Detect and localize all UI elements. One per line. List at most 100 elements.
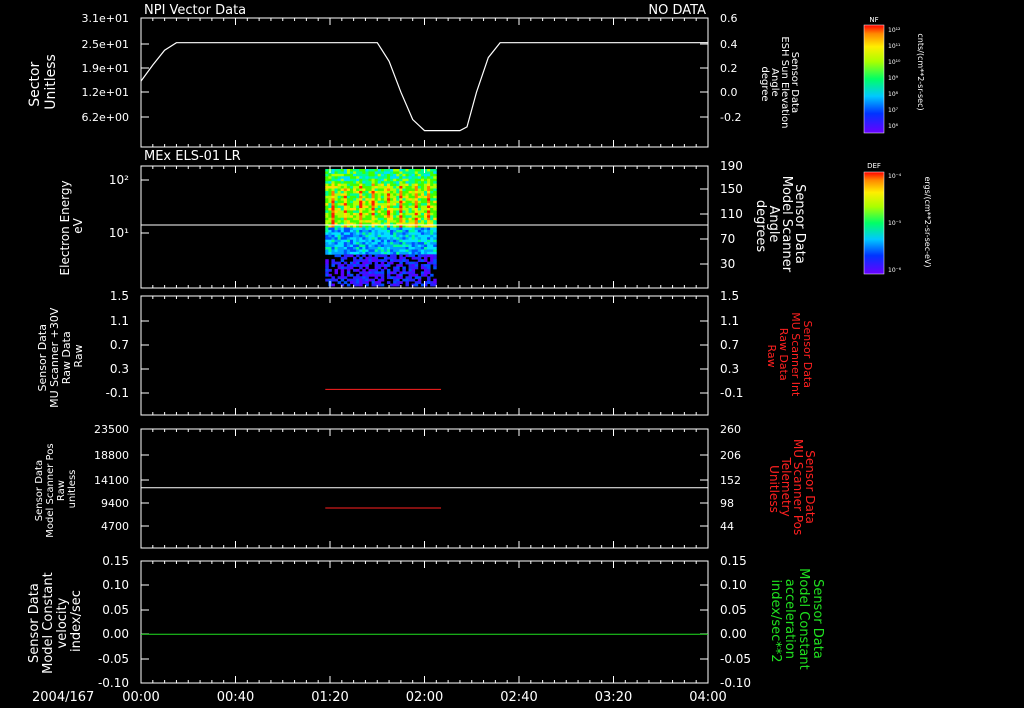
spectrogram-cell xyxy=(371,181,376,185)
spectrogram-cell xyxy=(399,254,403,258)
spectrogram-cell xyxy=(374,227,379,231)
colorbar-def-bar xyxy=(863,171,885,275)
spectrogram-cell xyxy=(427,212,431,216)
spectrogram-cell xyxy=(430,254,434,258)
spectrogram-cell xyxy=(383,227,388,231)
spectrogram-cell xyxy=(331,242,335,245)
spectrogram-cell xyxy=(331,278,335,282)
spectrogram-cell xyxy=(396,195,400,199)
spectrogram-cell xyxy=(343,210,348,214)
spectrogram-cell xyxy=(337,195,342,199)
spectrogram-cell xyxy=(399,169,403,172)
spectrogram-cell xyxy=(380,210,385,214)
spectrogram-cell xyxy=(359,212,363,216)
spectrogram-cell xyxy=(340,198,345,202)
spectrogram-cell xyxy=(328,193,332,197)
spectrogram-cell xyxy=(331,212,335,216)
spectrogram-cell xyxy=(380,203,385,206)
spectrogram-cell xyxy=(427,190,431,194)
spectrogram-cell xyxy=(331,229,335,233)
spectrogram-cell xyxy=(402,181,406,185)
spectrogram-cell xyxy=(414,232,419,236)
spectrogram-cell xyxy=(427,271,431,275)
spectrogram-cell xyxy=(390,259,394,263)
spectrogram-cell xyxy=(353,232,357,236)
spectrogram-cell xyxy=(390,208,394,211)
spectrogram-cell xyxy=(420,181,425,185)
colorbar-def-label: DEF xyxy=(867,162,881,170)
spectrogram-cell xyxy=(328,251,332,255)
panel-1-frame xyxy=(140,17,709,148)
spectrogram-cell xyxy=(331,208,335,211)
panel-1-title: NPI Vector Data xyxy=(144,3,246,18)
spectrogram-cell xyxy=(365,273,369,277)
spectrogram-cell xyxy=(377,169,382,172)
spectrogram-cell xyxy=(393,249,397,253)
spectrogram-cell xyxy=(433,239,437,243)
spectrogram-cell xyxy=(362,276,366,280)
spectrogram-cell xyxy=(356,264,360,267)
spectrogram-cell xyxy=(328,178,332,182)
spectrogram-cell xyxy=(411,193,416,197)
spectrogram-cell xyxy=(346,195,351,199)
spectrogram-cell xyxy=(402,173,406,177)
spectrogram-cell xyxy=(365,203,369,206)
spectrogram-cell xyxy=(377,251,382,255)
spectrogram-cell xyxy=(325,227,329,231)
spectrogram-cell xyxy=(359,271,363,275)
spectrogram-cell xyxy=(377,205,382,209)
spectrogram-cell xyxy=(399,256,403,260)
spectrogram-cell xyxy=(331,276,335,280)
spectrogram-cell xyxy=(386,249,391,253)
spectrogram-cell xyxy=(374,249,379,253)
spectrogram-cell xyxy=(359,203,363,206)
spectrogram-cell xyxy=(353,186,357,189)
spectrogram-cell xyxy=(340,237,345,241)
spectrogram-cell xyxy=(383,215,388,219)
spectrogram-cell xyxy=(362,264,366,267)
spectrogram-cell xyxy=(423,271,428,275)
spectrogram-cell xyxy=(405,190,409,194)
spectrogram-cell xyxy=(402,234,406,238)
spectrogram-cell xyxy=(411,247,416,250)
spectrogram-cell xyxy=(346,268,351,272)
spectrogram-cell xyxy=(405,251,409,255)
spectrogram-cell xyxy=(340,217,345,221)
spectrogram-cell xyxy=(371,232,376,236)
spectrogram-cell xyxy=(417,254,422,258)
spectrogram-cell xyxy=(362,188,366,192)
spectrogram-cell xyxy=(423,227,428,231)
spectrogram-cell xyxy=(399,171,403,175)
spectrogram-cell xyxy=(417,193,422,197)
spectrogram-cell xyxy=(365,266,369,270)
spectrogram-cell xyxy=(365,169,369,172)
colorbar-nf-tick: 10¹² xyxy=(888,27,901,34)
spectrogram-cell xyxy=(343,254,348,258)
spectrogram-cell xyxy=(359,186,363,189)
spectrogram-cell xyxy=(356,259,360,263)
spectrogram-cell xyxy=(377,195,382,199)
spectrogram-cell xyxy=(430,220,434,224)
right-axis-tick-label: 0.2 xyxy=(720,62,738,75)
spectrogram-cell xyxy=(343,261,348,265)
spectrogram-cell xyxy=(393,259,397,263)
spectrogram-cell xyxy=(359,208,363,211)
spectrogram-cell xyxy=(343,186,348,189)
panel-4-left-label: Sensor Data Model Scanner Pos Raw unitle… xyxy=(34,440,78,537)
spectrogram-cell xyxy=(430,239,434,243)
spectrogram-cell xyxy=(405,208,409,211)
spectrogram-cell xyxy=(346,264,351,267)
spectrogram-cell xyxy=(356,171,360,175)
spectrogram-cell xyxy=(390,244,394,248)
spectrogram-cell xyxy=(423,259,428,263)
spectrogram-cell xyxy=(337,169,342,172)
spectrogram-cell xyxy=(405,249,409,253)
spectrogram-cell xyxy=(396,181,400,185)
spectrogram-cell xyxy=(331,234,335,238)
spectrogram-cell xyxy=(405,186,409,189)
spectrogram-cell xyxy=(377,254,382,258)
spectrogram-cell xyxy=(417,237,422,241)
spectrogram-cell xyxy=(383,232,388,236)
spectrogram-cell xyxy=(393,188,397,192)
spectrogram-cell xyxy=(331,249,335,253)
